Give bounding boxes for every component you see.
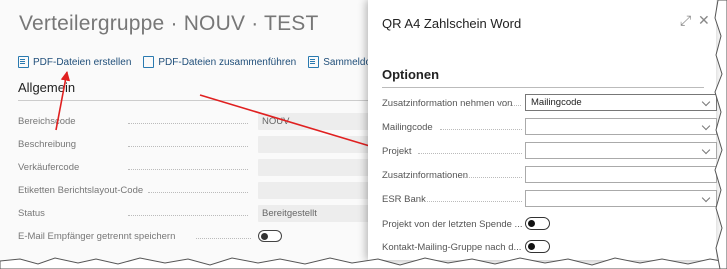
field-label: E-Mail Empfänger getrennt speichern — [18, 231, 176, 242]
action-toolbar: PDF-Dateien erstellen PDF-Dateien zusamm… — [18, 54, 409, 70]
create-pdf-label: PDF-Dateien erstellen — [33, 56, 132, 68]
dotted-leader — [128, 215, 248, 216]
field-verkaeufercode: Verkäufercode — [18, 159, 398, 177]
dotted-leader — [465, 177, 522, 178]
kontakt-mailing-gruppe-toggle[interactable] — [525, 240, 550, 253]
dotted-leader — [128, 146, 248, 147]
option-label: Mailingcode — [382, 122, 433, 133]
close-icon[interactable]: ✕ — [698, 12, 710, 29]
option-mailingcode: Mailingcode — [382, 118, 718, 136]
option-kontakt-mailing-gruppe: Kontakt-Mailing-Gruppe nach d... — [382, 238, 718, 256]
projekt-letzte-spende-toggle[interactable] — [525, 217, 550, 230]
zusatzinfo-source-select[interactable]: Mailingcode — [525, 94, 717, 111]
zusatzinformationen-input[interactable] — [525, 166, 717, 183]
section-title-general: Allgemein — [18, 80, 76, 95]
field-label: Beschreibung — [18, 139, 77, 150]
torn-edge-right — [714, 0, 727, 269]
merge-pdf-button[interactable]: PDF-Dateien zusammenführen — [143, 56, 296, 68]
field-status: Status Bereitgestellt — [18, 205, 398, 223]
option-label: Projekt — [382, 146, 412, 157]
option-label: Zusatzinformationen — [382, 170, 469, 181]
field-bereichscode: Bereichscode NOUV — [18, 113, 398, 131]
field-label: Verkäufercode — [18, 162, 80, 173]
dotted-leader — [499, 105, 521, 106]
dotted-leader — [128, 123, 248, 124]
section-divider — [18, 100, 378, 101]
page-title: Verteilergruppe · NOUV · TEST — [19, 12, 319, 35]
projekt-select[interactable] — [525, 142, 717, 159]
field-label: Status — [18, 208, 45, 219]
dotted-leader — [418, 153, 522, 154]
options-section-title: Optionen — [382, 67, 440, 82]
field-label: Bereichscode — [18, 116, 76, 127]
section-divider — [382, 87, 704, 88]
dotted-leader — [424, 201, 522, 202]
dotted-leader — [440, 129, 522, 130]
email-separate-toggle[interactable] — [258, 230, 282, 242]
merge-pdf-label: PDF-Dateien zusammenführen — [158, 56, 297, 68]
option-label: Zusatzinformation nehmen von — [382, 98, 513, 109]
option-projekt: Projekt — [382, 142, 718, 160]
create-pdf-button[interactable]: PDF-Dateien erstellen — [18, 56, 131, 68]
torn-edge-bottom — [0, 257, 727, 269]
dialog-title: QR A4 Zahlschein Word — [382, 16, 522, 31]
field-email-separate: E-Mail Empfänger getrennt speichern — [18, 228, 378, 246]
option-label: ESR Bank — [382, 194, 426, 205]
field-label: Etiketten Berichtslayout-Code — [18, 185, 144, 196]
option-zusatzinfo-source: Zusatzinformation nehmen von Mailingcode — [382, 94, 718, 112]
option-projekt-letzte-spende: Projekt von der letzten Spende ... — [382, 215, 718, 233]
dotted-leader — [148, 192, 248, 193]
field-etiketten-berichtslayout: Etiketten Berichtslayout-Code — [18, 182, 398, 200]
option-label: Kontakt-Mailing-Gruppe nach d... — [382, 242, 522, 253]
option-zusatzinformationen: Zusatzinformationen — [382, 166, 718, 184]
expand-icon[interactable]: ⤢ — [680, 12, 691, 29]
dotted-leader — [128, 169, 248, 170]
field-beschreibung: Beschreibung — [18, 136, 398, 154]
dotted-leader — [196, 238, 251, 239]
pdf-merge-icon — [143, 56, 155, 68]
report-request-dialog: QR A4 Zahlschein Word ⤢ ✕ Optionen Zusat… — [368, 0, 718, 260]
collection-document-icon — [308, 56, 320, 68]
pdf-document-icon — [18, 56, 29, 68]
esr-bank-select[interactable] — [525, 190, 717, 207]
option-label: Projekt von der letzten Spende ... — [382, 219, 523, 230]
mailingcode-select[interactable] — [525, 118, 717, 135]
option-esr-bank: ESR Bank — [382, 190, 718, 208]
